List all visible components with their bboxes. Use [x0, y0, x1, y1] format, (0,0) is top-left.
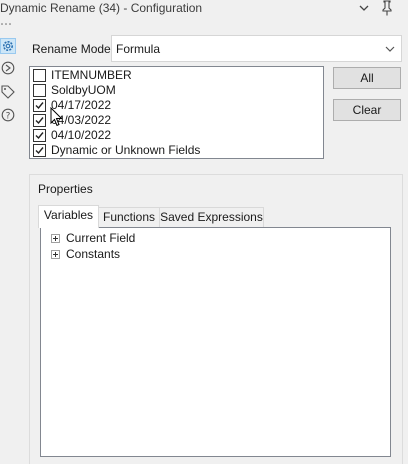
tab-variables[interactable]: Variables [38, 205, 99, 228]
tab-functions[interactable]: Functions [98, 207, 160, 227]
gear-icon[interactable] [0, 38, 16, 54]
help-icon[interactable]: ? [1, 108, 15, 122]
window-title: Dynamic Rename (34) - Configuration [0, 1, 203, 15]
expand-icon[interactable] [51, 234, 60, 243]
svg-text:?: ? [6, 111, 11, 121]
checkbox-checked[interactable] [33, 114, 46, 127]
field-label: SoldbyUOM [51, 83, 116, 97]
checkbox-checked[interactable] [33, 99, 46, 112]
checkmark-icon [35, 147, 44, 155]
connection-icon[interactable] [1, 61, 15, 75]
chevron-down-icon [385, 46, 395, 52]
tree-item-label: Current Field [66, 231, 136, 245]
rename-mode-value: Formula [116, 42, 161, 56]
properties-label: Properties [36, 182, 95, 196]
field-label: ITEMNUMBER [51, 68, 132, 82]
field-list[interactable]: ITEMNUMBER SoldbyUOM 04/17/2022 04/03/2022 0… [29, 66, 324, 159]
checkmark-icon [35, 132, 44, 140]
chevron-down-icon[interactable] [358, 2, 370, 14]
all-button[interactable]: All [333, 67, 401, 89]
checkbox-unchecked[interactable] [33, 69, 46, 82]
expand-icon[interactable] [51, 250, 60, 259]
pin-icon[interactable] [380, 0, 394, 16]
tag-icon[interactable] [1, 85, 15, 99]
checkbox-checked[interactable] [33, 144, 46, 157]
checkmark-icon [35, 102, 44, 110]
mouse-cursor-icon [50, 107, 63, 127]
field-label: Dynamic or Unknown Fields [51, 143, 201, 157]
rename-mode-label: Rename Mode: [32, 42, 115, 56]
clear-button[interactable]: Clear [333, 99, 401, 121]
tree-item-label: Constants [66, 247, 121, 261]
title-bar: Dynamic Rename (34) - Configuration [0, 0, 408, 17]
variables-panel: Current Field Constants [40, 227, 391, 457]
field-label: 04/10/2022 [51, 128, 112, 142]
checkmark-icon [35, 117, 44, 125]
rename-mode-select[interactable]: Formula [111, 35, 402, 62]
tab-saved-expressions[interactable]: Saved Expressions [159, 207, 264, 227]
more-dots-icon [1, 23, 11, 25]
checkbox-unchecked[interactable] [33, 84, 46, 97]
checkbox-checked[interactable] [33, 129, 46, 142]
